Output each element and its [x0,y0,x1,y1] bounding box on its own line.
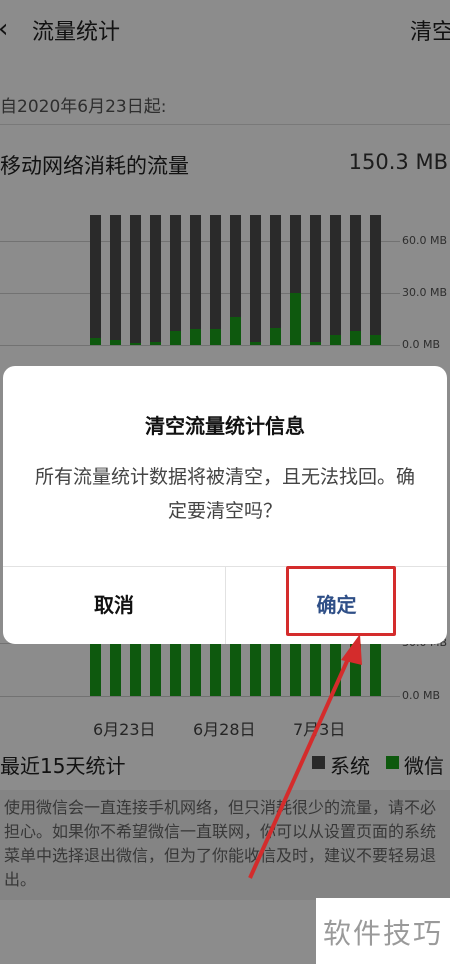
watermark: 软件技巧 [316,898,450,964]
highlight-box [286,566,396,636]
dialog-message: 所有流量统计数据将被清空，且无法找回。确定要清空吗？ [34,466,415,522]
watermark-text: 软件技巧 [322,917,443,950]
cancel-button[interactable]: 取消 [3,566,225,644]
dialog-title: 清空流量统计信息 [145,414,305,438]
